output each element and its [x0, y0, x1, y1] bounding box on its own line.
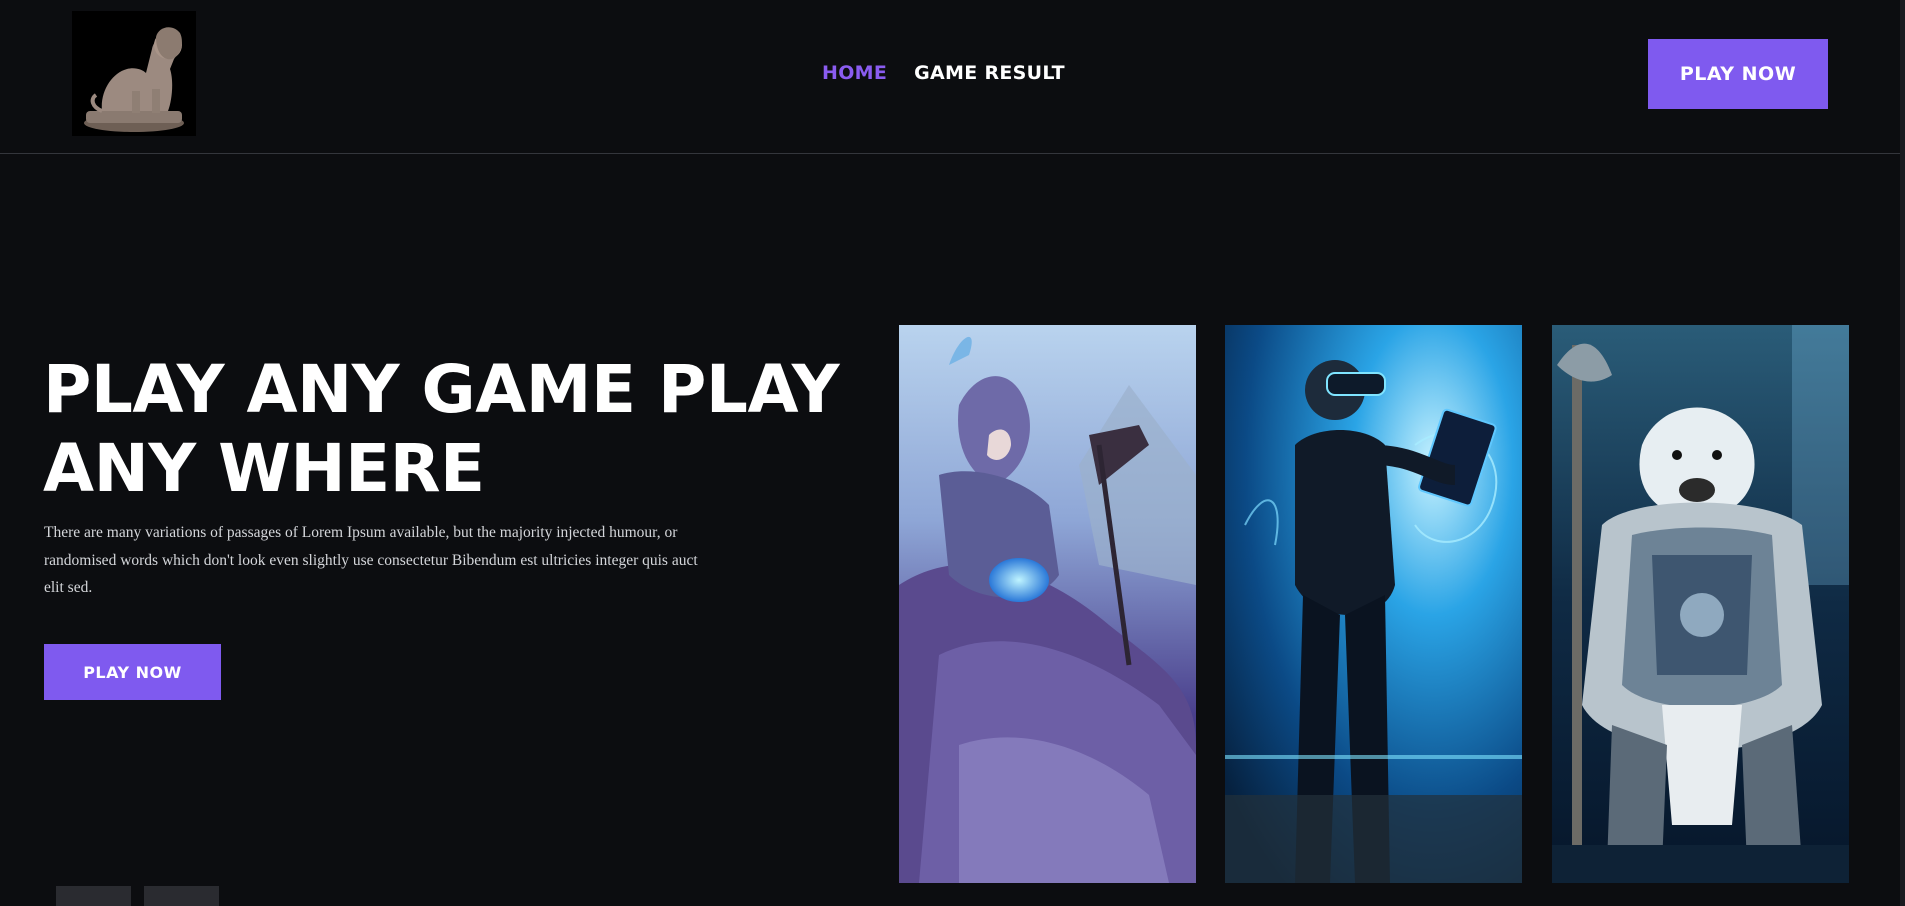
lion-statue-icon — [72, 11, 196, 136]
nav-game-result[interactable]: GAME RESULT — [914, 62, 1065, 84]
header-play-now-button[interactable]: PLAY NOW — [1648, 39, 1828, 109]
game-card-warrior[interactable] — [899, 325, 1196, 883]
slider-prev-button[interactable] — [56, 886, 131, 906]
slider-controls — [56, 886, 219, 906]
polar-bear-warrior-image — [1552, 325, 1849, 883]
hero-title: PLAY ANY GAME PLAY ANY WHERE — [43, 351, 840, 507]
lion-logo[interactable] — [72, 11, 196, 136]
site-header: HOME GAME RESULT PLAY NOW — [0, 0, 1900, 154]
warrior-rider-image — [899, 325, 1196, 883]
game-card-bear[interactable] — [1552, 325, 1849, 883]
nav-home[interactable]: HOME — [822, 62, 887, 84]
hero-description: There are many variations of passages of… — [44, 524, 698, 596]
game-card-vr[interactable] — [1225, 325, 1522, 883]
main-nav: HOME GAME RESULT — [822, 62, 1065, 84]
hero-play-now-button[interactable]: PLAY NOW — [44, 644, 221, 700]
vr-player-image — [1225, 325, 1522, 883]
page-scrollbar[interactable] — [1900, 0, 1905, 906]
landing-page: HOME GAME RESULT PLAY NOW PLAY ANY GAME … — [0, 0, 1905, 906]
slider-next-button[interactable] — [144, 886, 219, 906]
